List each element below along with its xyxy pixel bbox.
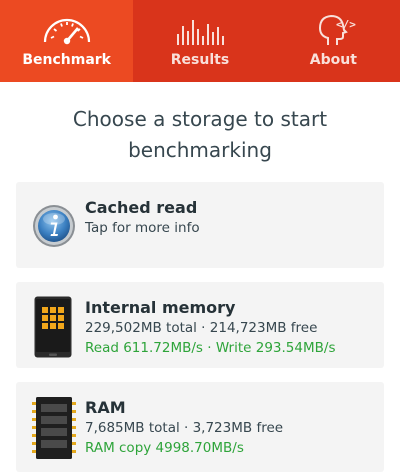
storage-card-cached-read[interactable]: Cached read Tap for more info xyxy=(16,182,384,268)
storage-title: RAM xyxy=(85,398,126,417)
svg-text:</>: </> xyxy=(336,18,356,31)
heading-line-2: benchmarking xyxy=(128,138,272,162)
storage-card-ram[interactable]: RAM 7,685MB total · 3,723MB free RAM cop… xyxy=(16,382,384,472)
info-icon xyxy=(32,204,76,252)
phone-memory-icon xyxy=(34,296,72,362)
tab-benchmark[interactable]: Benchmark xyxy=(0,0,134,82)
tab-benchmark-label: Benchmark xyxy=(22,52,111,68)
storage-details: 7,685MB total · 3,723MB free xyxy=(85,420,284,436)
bar-graph-icon xyxy=(173,12,227,50)
tab-about[interactable]: </> About xyxy=(267,0,400,82)
tab-results-label: Results xyxy=(170,52,230,68)
tab-bar: Benchmark Results </> About xyxy=(0,0,400,82)
tab-about-label: About xyxy=(309,52,357,68)
storage-title: Cached read xyxy=(85,198,198,217)
storage-speeds: Read 611.72MB/s · Write 293.54MB/s xyxy=(85,340,336,356)
storage-card-internal-memory[interactable]: Internal memory 229,502MB total · 214,72… xyxy=(16,282,384,368)
storage-speeds: RAM copy 4998.70MB/s xyxy=(85,440,244,456)
storage-details: Tap for more info xyxy=(85,220,200,236)
heading-line-1: Choose a storage to start xyxy=(72,107,328,131)
head-code-icon: </> xyxy=(306,12,360,50)
page-heading: Choose a storage to start benchmarking xyxy=(0,104,400,166)
speedometer-icon xyxy=(40,12,94,50)
ram-chip-icon xyxy=(32,396,76,464)
storage-details: 229,502MB total · 214,723MB free xyxy=(85,320,318,336)
tab-results[interactable]: Results xyxy=(133,0,266,82)
storage-title: Internal memory xyxy=(85,298,236,317)
